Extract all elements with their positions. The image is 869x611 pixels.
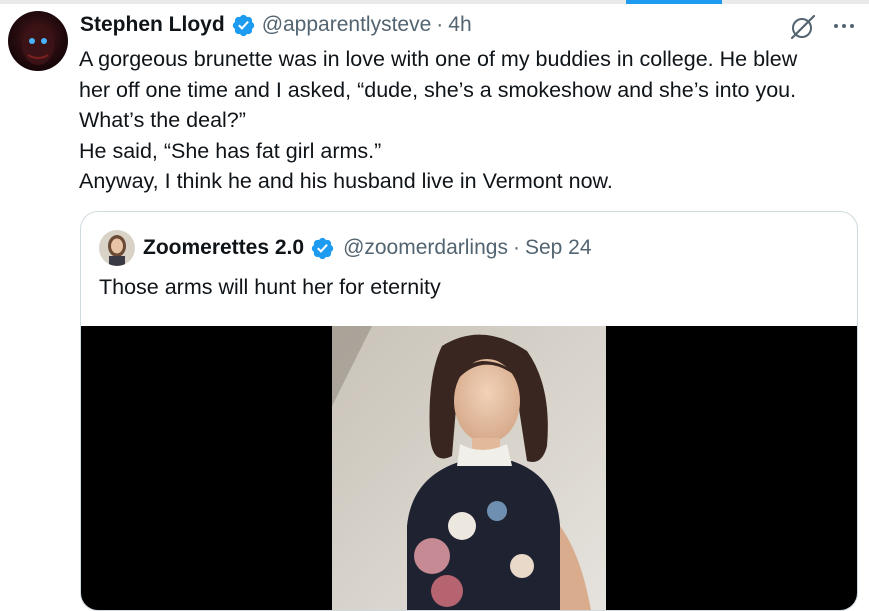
tweet-time[interactable]: 4h [448,13,471,37]
active-tab-indicator [626,0,722,4]
quoted-tweet-time[interactable]: Sep 24 [525,236,592,260]
quoted-author-name[interactable]: Zoomerettes 2.0 [143,236,304,260]
author-handle[interactable]: @apparentlysteve [262,13,432,37]
author-name[interactable]: Stephen Lloyd [80,13,225,37]
tweet-text-line: Anyway, I think he and his husband live … [79,169,613,193]
quoted-author-avatar[interactable] [99,230,135,266]
tweet-text-line: her off one time and I asked, “dude, she… [79,77,797,102]
video-frame-image [332,326,606,610]
grok-icon[interactable] [788,12,818,42]
quoted-tweet-header: Zoomerettes 2.0 @zoomerdarlings · Sep 24 [99,229,592,267]
more-icon[interactable] [830,12,858,40]
quoted-header-separator: · [512,236,520,259]
quoted-tweet-text: Those arms will hunt her for eternity [99,275,441,299]
tweet-text-line: He said, “She has fat girl arms.” [79,138,382,163]
tweet-text-line: What’s the deal?” [79,108,246,132]
quoted-tweet-card[interactable]: Zoomerettes 2.0 @zoomerdarlings · Sep 24… [80,211,858,611]
tweet-text-line: A gorgeous brunette was in love with one… [79,47,798,71]
author-avatar[interactable] [8,11,68,71]
quoted-media-video[interactable] [81,326,857,610]
top-tab-strip [0,0,869,4]
header-separator: · [436,13,444,36]
tweet-text: A gorgeous brunette was in love with one… [79,44,869,197]
verified-badge-icon [310,236,335,261]
verified-badge-icon [231,13,256,38]
tweet-header: Stephen Lloyd @apparentlysteve · 4h [80,8,472,42]
quoted-author-handle[interactable]: @zoomerdarlings [343,236,508,260]
